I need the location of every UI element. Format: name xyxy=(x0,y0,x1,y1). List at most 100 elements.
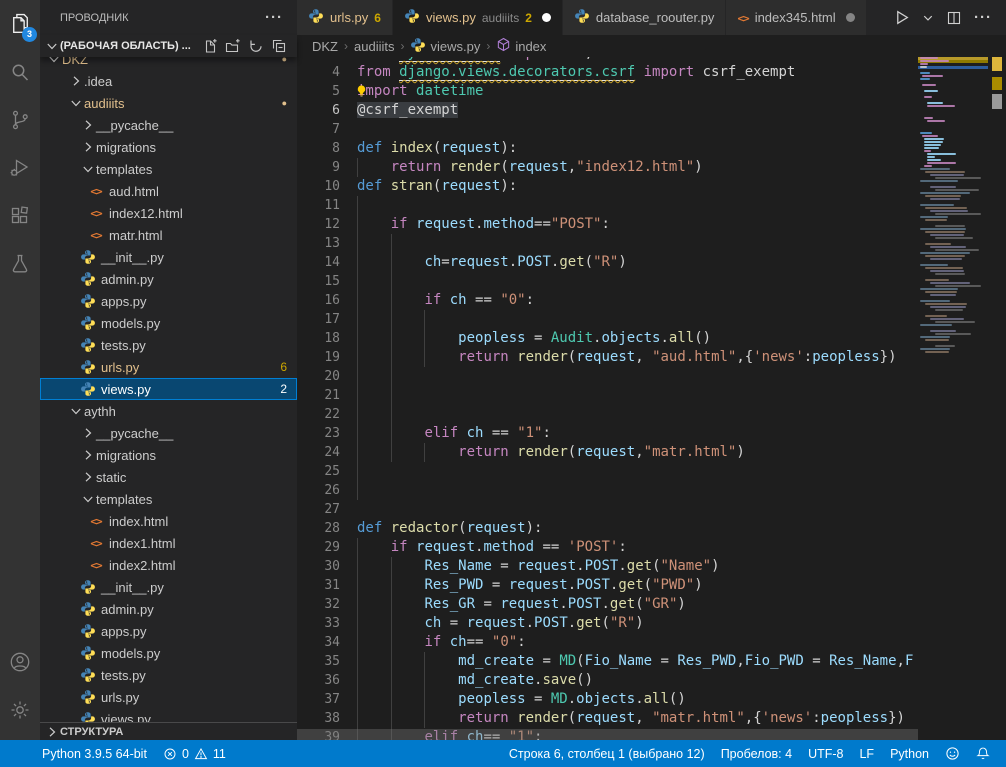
code-line-17[interactable]: 17 xyxy=(297,310,918,329)
tree-item-tests.py[interactable]: tests.py xyxy=(40,664,297,686)
code-line-23[interactable]: 23 elif ch == "1": xyxy=(297,424,918,443)
tree-item-views.py[interactable]: views.py xyxy=(40,708,297,722)
horizontal-scrollbar[interactable] xyxy=(297,729,918,740)
code-line-20[interactable]: 20 xyxy=(297,367,918,386)
tab-database_roouter.py[interactable]: database_roouter.py xyxy=(563,0,727,35)
tree-item-models.py[interactable]: models.py xyxy=(40,312,297,334)
code-line-5[interactable]: 5import datetime xyxy=(297,82,918,101)
status-notifications[interactable] xyxy=(968,740,998,767)
tree-item-index1.html[interactable]: <>index1.html xyxy=(40,532,297,554)
code-line-19[interactable]: 19 return render(request, "aud.html",{'n… xyxy=(297,348,918,367)
run-debug-icon[interactable] xyxy=(0,144,40,192)
editor-action-run-dropdown-icon[interactable] xyxy=(922,12,934,24)
tab-views.py[interactable]: views.pyaudiiits2 xyxy=(393,0,563,35)
tree-item-migrations[interactable]: migrations xyxy=(40,136,297,158)
tree-item-templates[interactable]: templates xyxy=(40,488,297,510)
code-line-22[interactable]: 22 xyxy=(297,405,918,424)
code-line-18[interactable]: 18 peopless = Audit.objects.all() xyxy=(297,329,918,348)
tree-item-views.py[interactable]: views.py2 xyxy=(40,378,297,400)
tree-item-urls.py[interactable]: urls.py6 xyxy=(40,356,297,378)
code-line-15[interactable]: 15 xyxy=(297,272,918,291)
code-line-24[interactable]: 24 return render(request,"matr.html") xyxy=(297,443,918,462)
breadcrumb-item-index[interactable]: index xyxy=(496,37,546,55)
tree-item-matr.html[interactable]: <>matr.html xyxy=(40,224,297,246)
code-line-32[interactable]: 32 Res_GR = request.POST.get("GR") xyxy=(297,595,918,614)
status-feedback[interactable] xyxy=(937,740,968,767)
breadcrumb-item-DKZ[interactable]: DKZ xyxy=(312,39,338,54)
testing-icon[interactable] xyxy=(0,240,40,288)
code-line-7[interactable]: 7 xyxy=(297,120,918,139)
account-icon[interactable] xyxy=(0,638,40,686)
explorer-icon[interactable]: 3 xyxy=(0,0,40,48)
tree-item-static[interactable]: static xyxy=(40,466,297,488)
tree-item-audiiits[interactable]: audiiits● xyxy=(40,92,297,114)
code-line-28[interactable]: 28def redactor(request): xyxy=(297,519,918,538)
tree-item-apps.py[interactable]: apps.py xyxy=(40,290,297,312)
code-line-27[interactable]: 27 xyxy=(297,500,918,519)
tree-item-apps.py[interactable]: apps.py xyxy=(40,620,297,642)
code-line-34[interactable]: 34 if ch== "0": xyxy=(297,633,918,652)
tree-item-.idea[interactable]: .idea xyxy=(40,70,297,92)
tab-urls.py[interactable]: urls.py6 xyxy=(297,0,393,35)
editor-action-split-editor-icon[interactable] xyxy=(946,10,962,26)
code-line-37[interactable]: 37 peopless = MD.objects.all() xyxy=(297,690,918,709)
code-line-26[interactable]: 26 xyxy=(297,481,918,500)
code-line-12[interactable]: 12 if request.method=="POST": xyxy=(297,215,918,234)
tree-item-__init__.py[interactable]: __init__.py xyxy=(40,246,297,268)
tree-item-admin.py[interactable]: admin.py xyxy=(40,598,297,620)
tree-item-tests.py[interactable]: tests.py xyxy=(40,334,297,356)
code-line-16[interactable]: 16 if ch == "0": xyxy=(297,291,918,310)
tree-item-__pycache__[interactable]: __pycache__ xyxy=(40,422,297,444)
code-line-21[interactable]: 21 xyxy=(297,386,918,405)
new-file-icon[interactable] xyxy=(200,36,220,56)
code-line-25[interactable]: 25 xyxy=(297,462,918,481)
code-line-38[interactable]: 38 return render(request, "matr.html",{'… xyxy=(297,709,918,728)
code-line-13[interactable]: 13 xyxy=(297,234,918,253)
status-encoding[interactable]: UTF-8 xyxy=(800,740,851,767)
code-line-30[interactable]: 30 Res_Name = request.POST.get("Name") xyxy=(297,557,918,576)
status-indentation[interactable]: Пробелов: 4 xyxy=(713,740,800,767)
tree-item-index2.html[interactable]: <>index2.html xyxy=(40,554,297,576)
code-line-36[interactable]: 36 md_create.save() xyxy=(297,671,918,690)
tree-item-aud.html[interactable]: <>aud.html xyxy=(40,180,297,202)
tree-item-templates[interactable]: templates xyxy=(40,158,297,180)
extensions-icon[interactable] xyxy=(0,192,40,240)
collapse-all-icon[interactable] xyxy=(269,36,289,56)
tree-item-index.html[interactable]: <>index.html xyxy=(40,510,297,532)
workspace-section-header[interactable]: (РАБОЧАЯ ОБЛАСТЬ) ... xyxy=(40,35,297,57)
tree-item-urls.py[interactable]: urls.py xyxy=(40,686,297,708)
search-icon[interactable] xyxy=(0,48,40,96)
tree-item-__pycache__[interactable]: __pycache__ xyxy=(40,114,297,136)
breadcrumb-item-audiiits[interactable]: audiiits xyxy=(354,39,394,54)
code-editor[interactable]: 3from aythh.models import MD,Audit4from … xyxy=(297,57,1006,740)
dirty-dot[interactable] xyxy=(542,13,551,22)
settings-icon[interactable] xyxy=(0,686,40,734)
outline-section-header[interactable]: СТРУКТУРА xyxy=(40,722,297,740)
tree-item-__init__.py[interactable]: __init__.py xyxy=(40,576,297,598)
tree-item-aythh[interactable]: aythh xyxy=(40,400,297,422)
lightbulb-icon[interactable] xyxy=(355,84,368,104)
status-cursor-position[interactable]: Строка 6, столбец 1 (выбрано 12) xyxy=(501,740,713,767)
tree-item-DKZ[interactable]: DKZ● xyxy=(40,57,297,70)
panel-more-actions-button[interactable]: ··· xyxy=(265,9,283,26)
code-line-14[interactable]: 14 ch=request.POST.get("R") xyxy=(297,253,918,272)
tree-item-admin.py[interactable]: admin.py xyxy=(40,268,297,290)
status-python-version[interactable]: Python 3.9.5 64-bit xyxy=(34,740,155,767)
tree-item-models.py[interactable]: models.py xyxy=(40,642,297,664)
code-line-8[interactable]: 8def index(request): xyxy=(297,139,918,158)
status-language-mode[interactable]: Python xyxy=(882,740,937,767)
code-line-29[interactable]: 29 if request.method == 'POST': xyxy=(297,538,918,557)
status-problems[interactable]: 011 xyxy=(155,740,234,767)
status-eol[interactable]: LF xyxy=(851,740,882,767)
code-line-31[interactable]: 31 Res_PWD = request.POST.get("PWD") xyxy=(297,576,918,595)
code-line-9[interactable]: 9 return render(request,"index12.html") xyxy=(297,158,918,177)
tree-item-migrations[interactable]: migrations xyxy=(40,444,297,466)
dirty-dot[interactable] xyxy=(846,13,855,22)
code-line-10[interactable]: 10def stran(request): xyxy=(297,177,918,196)
code-line-4[interactable]: 4from django.views.decorators.csrf impor… xyxy=(297,63,918,82)
editor-action-run-icon[interactable] xyxy=(893,9,910,26)
breadcrumb-item-views.py[interactable]: views.py xyxy=(410,37,480,56)
code-line-11[interactable]: 11 xyxy=(297,196,918,215)
code-line-35[interactable]: 35 md_create = MD(Fio_Name = Res_PWD,Fio… xyxy=(297,652,918,671)
code-line-33[interactable]: 33 ch = request.POST.get("R") xyxy=(297,614,918,633)
